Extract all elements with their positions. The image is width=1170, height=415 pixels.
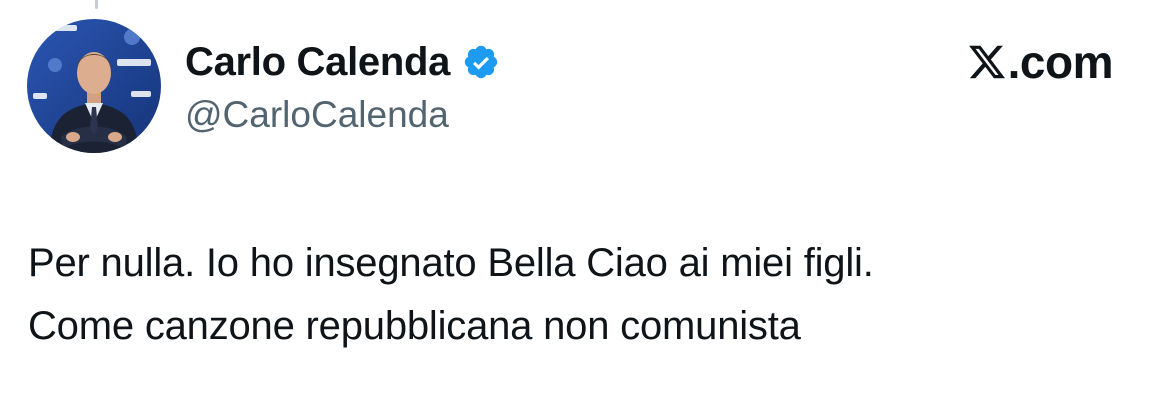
brand-watermark: .com [967,36,1114,88]
tweet-line: Per nulla. Io ho insegnato Bella Ciao ai… [28,241,874,285]
top-edge-mark [95,0,98,9]
author-handle[interactable]: @CarloCalenda [185,94,449,136]
x-logo-icon [968,45,1005,79]
brand-text: .com [1007,36,1114,88]
avatar[interactable] [27,19,161,153]
verified-badge-icon [464,45,498,79]
tweet-text: Per nulla. Io ho insegnato Bella Ciao ai… [28,232,1138,358]
profile-photo [27,19,161,153]
tweet-line: Come canzone repubblicana non comunista [28,304,801,348]
display-name[interactable]: Carlo Calenda [185,40,450,85]
author-name-row: Carlo Calenda [185,38,500,86]
